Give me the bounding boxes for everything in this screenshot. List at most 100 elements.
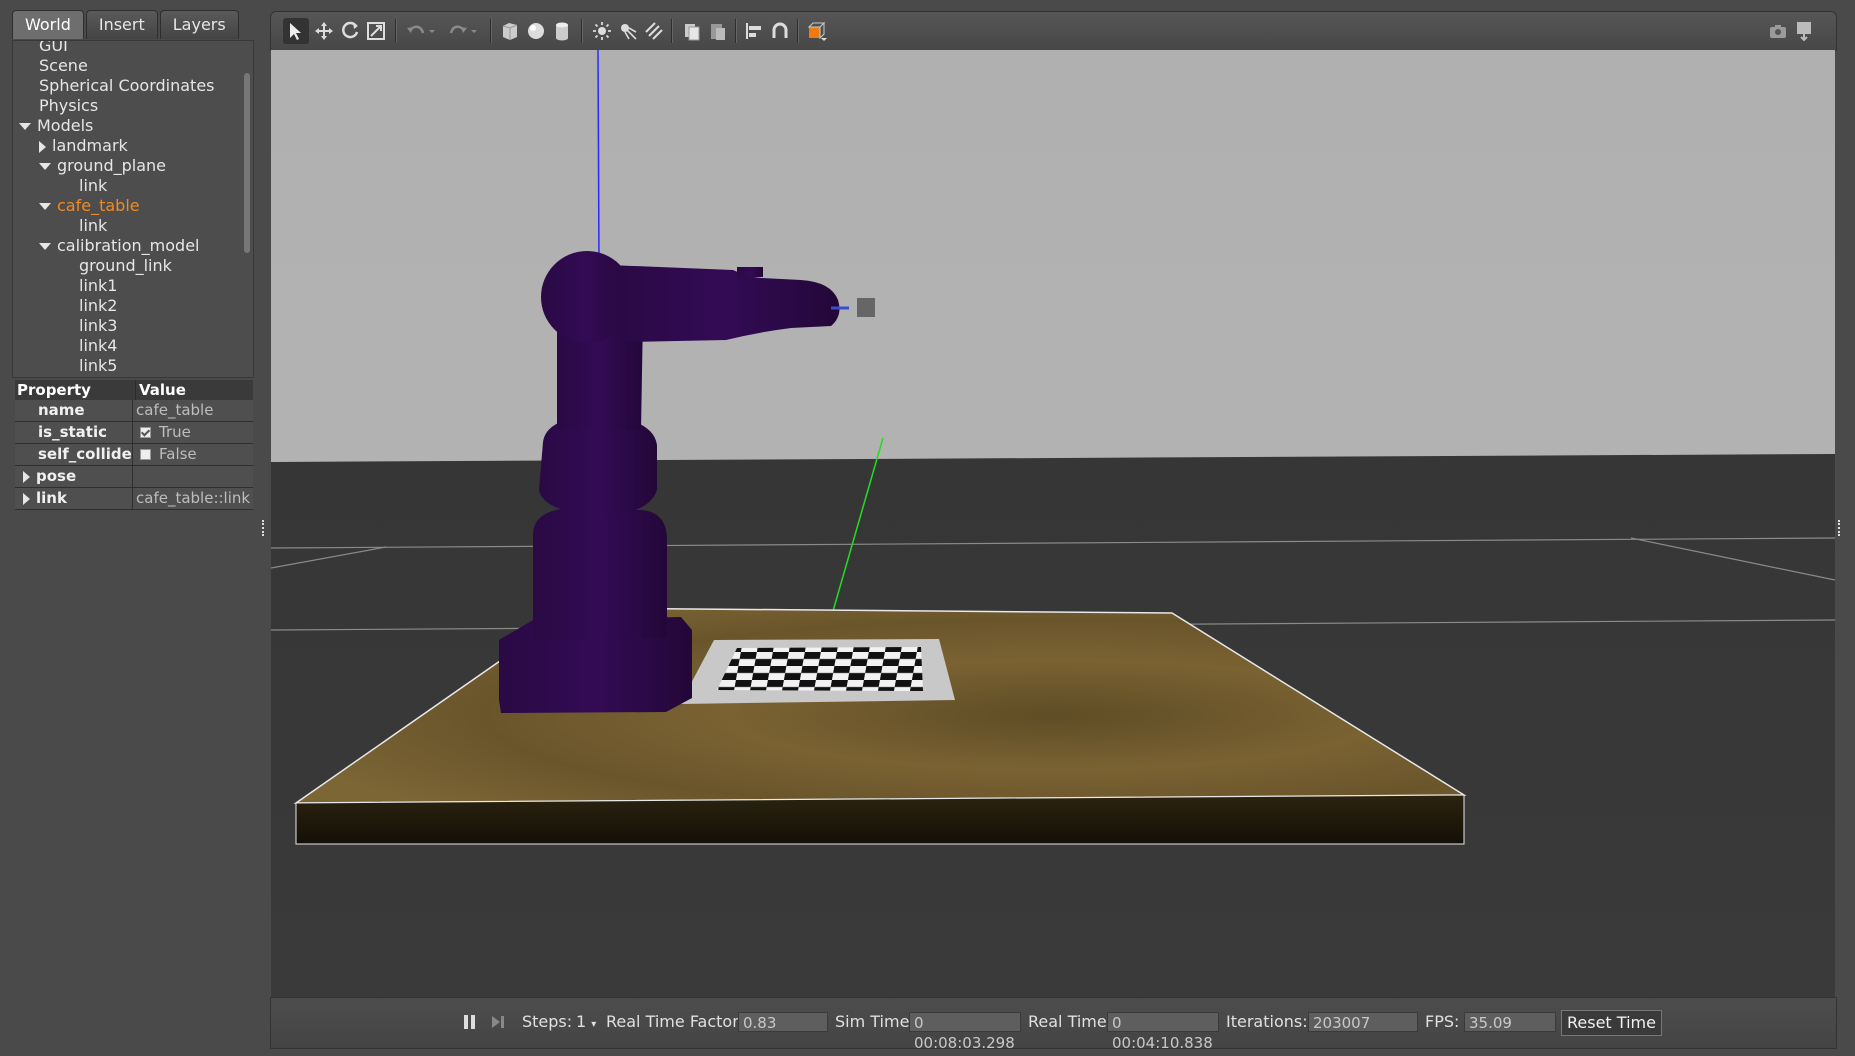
tree-item[interactable]: link2: [79, 296, 117, 316]
property-value: False: [159, 445, 197, 463]
real-time-factor-value: 0.83: [738, 1012, 828, 1032]
tree-item[interactable]: ground_link: [79, 256, 172, 276]
copy-icon[interactable]: [679, 18, 705, 44]
tab-world[interactable]: World: [12, 10, 84, 39]
snap-icon[interactable]: [767, 18, 793, 44]
tree-item[interactable]: Models: [19, 116, 93, 136]
cylinder-icon[interactable]: [549, 18, 575, 44]
tree-item[interactable]: landmark: [39, 136, 128, 156]
collapse-arrow-icon[interactable]: [39, 163, 51, 170]
property-table: Property Value name cafe_table is_static…: [15, 380, 253, 510]
property-key: name: [15, 400, 133, 421]
is-static-checkbox[interactable]: [140, 427, 151, 438]
world-tree[interactable]: ... GUI Scene Spherical Coordinates Physics…: [12, 40, 254, 378]
tree-item-label: GUI: [39, 40, 68, 55]
right-splitter-handle[interactable]: [1838, 520, 1844, 536]
tree-scrollbar[interactable]: [244, 73, 250, 253]
toolbar: [270, 11, 1837, 51]
rotate-icon[interactable]: [337, 18, 363, 44]
tree-item-label: link2: [79, 296, 118, 315]
sim-time-value: 0 00:08:03.298: [909, 1012, 1021, 1052]
property-value: cafe_table::link: [136, 489, 251, 507]
tree-item[interactable]: link: [79, 176, 107, 196]
tree-resize-handle[interactable]: ...: [131, 369, 142, 377]
collapse-arrow-icon[interactable]: [39, 203, 51, 210]
tree-item[interactable]: Spherical Coordinates: [39, 76, 215, 96]
iterations-value: 203007: [1308, 1012, 1418, 1032]
steps-dropdown-icon: ▾: [591, 1019, 597, 1030]
iterations-label: Iterations:: [1226, 1012, 1308, 1031]
tree-item[interactable]: cafe_table: [39, 196, 140, 216]
tree-item-label: link: [79, 176, 108, 195]
tree-item[interactable]: link5: [79, 356, 117, 376]
z-axis-line: [597, 50, 600, 266]
3d-viewport[interactable]: [271, 50, 1835, 997]
fps-label: FPS:: [1425, 1012, 1460, 1031]
sphere-icon[interactable]: [523, 18, 549, 44]
align-icon[interactable]: [741, 18, 767, 44]
tree-item[interactable]: link: [79, 216, 107, 236]
property-value-field[interactable]: cafe_table: [133, 400, 213, 421]
screenshot-icon[interactable]: [1765, 18, 1791, 44]
tree-item[interactable]: GUI: [39, 40, 68, 56]
property-key: is_static: [15, 422, 133, 443]
toolbar-separator: [797, 19, 799, 43]
property-value: [133, 466, 136, 487]
robot-lower-link: [533, 508, 667, 640]
panel-tabs: World Insert Layers: [12, 10, 241, 40]
steps-spinbox[interactable]: 1 ▾: [576, 1012, 596, 1032]
tree-item-label: Models: [37, 116, 94, 135]
property-row-pose[interactable]: pose: [15, 466, 253, 488]
tree-item-label: link1: [79, 276, 118, 295]
calibration-checkerboard[interactable]: [680, 639, 955, 704]
undo-dropdown-icon[interactable]: [425, 18, 439, 44]
paste-icon[interactable]: [705, 18, 731, 44]
expand-arrow-icon[interactable]: [23, 492, 30, 505]
translate-icon[interactable]: [311, 18, 337, 44]
toolbar-separator: [490, 19, 492, 43]
tree-item[interactable]: Physics: [39, 96, 98, 116]
property-row-is-static: is_static True: [15, 422, 253, 444]
expand-arrow-icon[interactable]: [39, 140, 46, 153]
tree-item[interactable]: link4: [79, 336, 117, 356]
spot-light-icon[interactable]: [615, 18, 641, 44]
tree-item-label: Spherical Coordinates: [39, 76, 215, 95]
select-arrow-icon[interactable]: [283, 18, 309, 44]
tree-item-label: link: [79, 216, 108, 235]
reset-time-button[interactable]: Reset Time: [1561, 1010, 1662, 1036]
toolbar-separator: [735, 19, 737, 43]
tree-item[interactable]: link1: [79, 276, 117, 296]
collapse-arrow-icon[interactable]: [39, 243, 51, 250]
toolbar-separator: [581, 19, 583, 43]
step-button[interactable]: [491, 1012, 505, 1032]
toolbar-separator: [671, 19, 673, 43]
property-row-name: name cafe_table: [15, 400, 253, 422]
directional-light-icon[interactable]: [641, 18, 667, 44]
tree-item[interactable]: calibration_model: [39, 236, 200, 256]
log-icon[interactable]: [1791, 18, 1817, 44]
fps-value: 35.09: [1464, 1012, 1556, 1032]
tab-insert[interactable]: Insert: [85, 10, 158, 39]
scene-render[interactable]: [271, 50, 1835, 997]
property-value: cafe_table: [136, 401, 214, 419]
property-row-link[interactable]: link cafe_table::link: [15, 488, 253, 510]
simulation-status-bar: Steps: 1 ▾ Real Time Factor: 0.83 Sim Ti…: [270, 997, 1837, 1052]
redo-dropdown-icon[interactable]: [467, 18, 481, 44]
steps-label: Steps:: [522, 1012, 573, 1031]
box-icon[interactable]: [497, 18, 523, 44]
view-angle-icon[interactable]: [803, 18, 829, 44]
scale-icon[interactable]: [363, 18, 389, 44]
tab-layers[interactable]: Layers: [159, 10, 239, 39]
tree-item[interactable]: link3: [79, 316, 117, 336]
self-collide-checkbox[interactable]: [140, 449, 151, 460]
point-light-icon[interactable]: [589, 18, 615, 44]
property-key: link: [36, 489, 67, 507]
real-time-factor-label: Real Time Factor:: [606, 1012, 744, 1031]
tree-item[interactable]: ground_plane: [39, 156, 166, 176]
tree-item-label: cafe_table: [57, 196, 140, 215]
tree-item[interactable]: Scene: [39, 56, 88, 76]
left-splitter-handle[interactable]: [262, 520, 268, 536]
expand-arrow-icon[interactable]: [23, 470, 30, 483]
collapse-arrow-icon[interactable]: [19, 123, 31, 130]
pause-button[interactable]: [463, 1012, 477, 1032]
